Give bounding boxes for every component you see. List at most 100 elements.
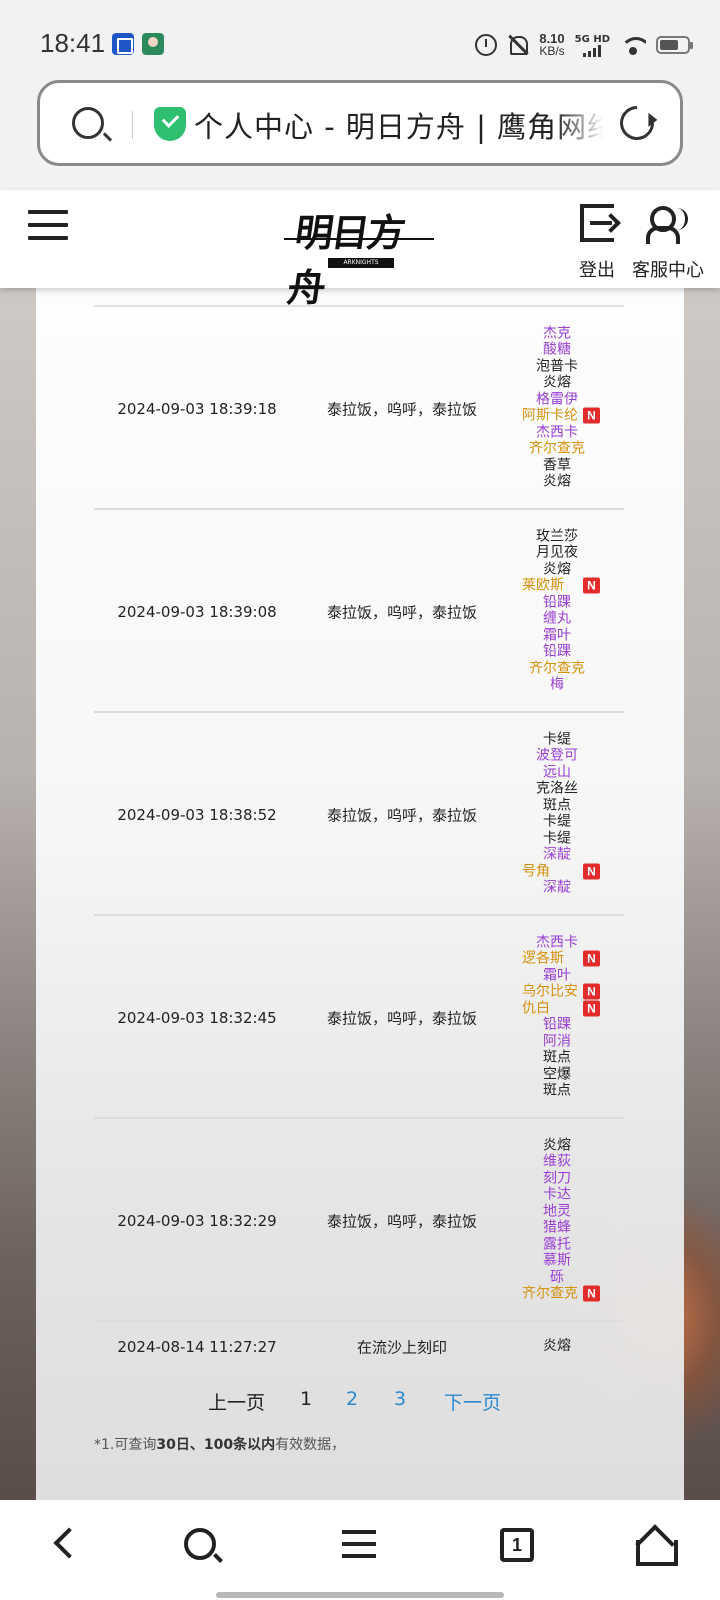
operator-item: 露托 bbox=[522, 1236, 592, 1253]
menu-icon[interactable] bbox=[342, 1530, 376, 1560]
record-banner: 泰拉饭，呜呼，泰拉饭 bbox=[326, 1212, 477, 1230]
customer-service-button[interactable]: 客服中心 bbox=[630, 202, 706, 284]
operator-item: 逻各斯 N bbox=[522, 950, 600, 968]
site-header: 明日方舟 ARKNIGHTS 登出 客服中心 bbox=[0, 190, 720, 310]
signal-icon: 5G HD bbox=[575, 34, 610, 57]
record-banner: 泰拉饭，呜呼，泰拉饭 bbox=[326, 603, 477, 621]
battery-icon bbox=[656, 36, 693, 54]
operator-item: 乌尔比安 N bbox=[522, 983, 600, 1001]
operator-name: 香草 bbox=[543, 457, 571, 473]
tabs-icon[interactable]: 1 bbox=[500, 1528, 534, 1562]
record-banner: 在流沙上刻印 bbox=[356, 1338, 447, 1357]
alarm-icon bbox=[475, 34, 498, 56]
operator-item: 泡普卡 bbox=[522, 358, 592, 375]
note-prefix: *1.可查询 bbox=[94, 1437, 157, 1453]
home-icon[interactable] bbox=[636, 1528, 678, 1566]
operator-name: 斑点 bbox=[543, 1049, 571, 1066]
page-title[interactable]: 个人中心 - 明日方舟 | 鹰角网络 bbox=[194, 104, 604, 146]
operator-item: 斑点 bbox=[522, 797, 592, 814]
record-banner: 泰拉饭，呜呼，泰拉饭 bbox=[326, 806, 477, 824]
operator-list: 杰克 酸糖 泡普卡 炎熔 格雷伊 阿斯卡纶 N 杰西卡 齐尔查克 香草 炎熔 bbox=[522, 325, 600, 491]
operator-item: 号角 N bbox=[522, 863, 600, 880]
status-bar: 18:41 8.10 KB/s 5G HD bbox=[0, 0, 720, 80]
operator-item: 梅 bbox=[522, 677, 592, 694]
operator-item: 卡缇 bbox=[522, 830, 592, 847]
security-shield-icon[interactable] bbox=[154, 107, 186, 141]
operator-item: 铅踝 bbox=[522, 1017, 592, 1034]
operator-name: 维荻 bbox=[543, 1153, 571, 1170]
site-logo[interactable]: 明日方舟 ARKNIGHTS bbox=[284, 198, 434, 310]
operator-name: 莱欧斯 bbox=[522, 577, 564, 594]
search-icon[interactable] bbox=[72, 107, 104, 139]
operator-item: 杰西卡 bbox=[522, 934, 592, 951]
headhunt-records-panel: 2024-09-03 18:39:18 泰拉饭，呜呼，泰拉饭 杰克 酸糖 泡普卡炎熔 格雷… bbox=[36, 288, 684, 1500]
operator-item: 铅踝 bbox=[522, 594, 592, 611]
page-2-button[interactable]: 2 bbox=[346, 1388, 358, 1410]
operator-item: 维荻 bbox=[522, 1154, 592, 1171]
new-badge: N bbox=[583, 950, 600, 967]
record-time: 2024-09-03 18:39:18 bbox=[117, 399, 277, 418]
mute-icon bbox=[507, 34, 529, 56]
record-time: 2024-09-03 18:39:08 bbox=[117, 602, 277, 621]
operator-item: 格雷伊 bbox=[522, 391, 592, 408]
operator-name: 炎熔 bbox=[543, 561, 571, 577]
app-avatar-icon bbox=[142, 33, 164, 55]
table-row: 2024-08-14 11:27:27 在流沙上刻印 炎熔 bbox=[94, 1322, 624, 1372]
table-row: 2024-09-03 18:32:29 泰拉饭，呜呼，泰拉饭 炎熔 维荻 刻刀 卡达 地灵猎… bbox=[94, 1119, 624, 1322]
record-time: 2024-09-03 18:32:29 bbox=[117, 1211, 277, 1230]
operator-item: 刻刀 bbox=[522, 1170, 592, 1187]
back-icon[interactable] bbox=[53, 1527, 85, 1559]
logo-subtext: ARKNIGHTS bbox=[328, 258, 394, 268]
operator-item: 杰克 bbox=[522, 325, 592, 342]
operator-name: 卡达 bbox=[543, 1186, 571, 1203]
operator-list: 卡缇 波登可 远山 克洛丝 斑点 卡缇 卡缇 深靛 号角 N 深靛 bbox=[522, 731, 600, 896]
operator-name: 酸糖 bbox=[543, 341, 571, 358]
operator-name: 乌尔比安 bbox=[522, 983, 578, 1000]
note-suffix: 有效数据， bbox=[275, 1437, 346, 1453]
operator-item: 齐尔查克 bbox=[522, 441, 592, 458]
pagination: 上一页 1 2 3 下一页 bbox=[36, 1388, 684, 1418]
operator-item: 霜叶 bbox=[522, 967, 592, 984]
operator-item: 阿消 bbox=[522, 1033, 592, 1050]
operator-list: 玫兰莎 月见夜 炎熔 莱欧斯 N 铅踝 缠丸 霜叶 铅踝 齐尔查克梅 bbox=[522, 528, 600, 694]
reload-icon[interactable] bbox=[612, 98, 662, 148]
operator-name: 玫兰莎 bbox=[536, 528, 578, 544]
operator-item: 香草 bbox=[522, 457, 592, 474]
signal-bars bbox=[583, 44, 602, 57]
bottom-nav: 1 bbox=[0, 1500, 720, 1600]
new-badge: N bbox=[583, 577, 600, 594]
operator-item: 地灵 bbox=[522, 1203, 592, 1220]
operator-list: 炎熔 维荻 刻刀 卡达 地灵 猎蜂 露托 慕斯砾齐尔查克 N bbox=[522, 1137, 600, 1303]
home-indicator[interactable] bbox=[216, 1592, 504, 1598]
operator-item: 炎熔 bbox=[522, 474, 592, 491]
prev-page-button[interactable]: 上一页 bbox=[208, 1388, 265, 1415]
operator-name: 梅 bbox=[550, 676, 564, 693]
logo-line bbox=[284, 238, 434, 240]
operator-name: 阿消 bbox=[543, 1033, 571, 1049]
operator-name: 铅踝 bbox=[543, 594, 571, 610]
operator-name: 阿斯卡纶 bbox=[522, 407, 578, 424]
operator-name: 炎熔 bbox=[543, 1337, 571, 1354]
logo-text: 明日方舟 bbox=[284, 210, 407, 310]
record-banner: 泰拉饭，呜呼，泰拉饭 bbox=[326, 1009, 477, 1027]
page-3-button[interactable]: 3 bbox=[394, 1388, 406, 1410]
divider bbox=[132, 111, 133, 139]
operator-name: 斑点 bbox=[543, 797, 571, 813]
operator-name: 斑点 bbox=[543, 1082, 571, 1099]
operator-name: 铅踝 bbox=[543, 1016, 571, 1033]
operator-name: 齐尔查克 bbox=[529, 660, 585, 676]
search-icon[interactable] bbox=[184, 1528, 216, 1560]
logout-button[interactable]: 登出 bbox=[572, 202, 622, 284]
hamburger-menu-icon[interactable] bbox=[28, 210, 68, 242]
table-row: 2024-09-03 18:39:08 泰拉饭，呜呼，泰拉饭 玫兰莎 月见夜 炎熔 莱欧斯… bbox=[94, 510, 624, 713]
record-time: 2024-09-03 18:32:45 bbox=[117, 1008, 277, 1027]
address-bar[interactable]: 个人中心 - 明日方舟 | 鹰角网络 bbox=[37, 80, 683, 166]
new-badge: N bbox=[583, 983, 600, 1000]
next-page-button[interactable]: 下一页 bbox=[444, 1388, 501, 1415]
page-1-button[interactable]: 1 bbox=[300, 1388, 312, 1410]
operator-item: 远山 bbox=[522, 764, 592, 781]
operator-name: 逻各斯 bbox=[522, 950, 564, 967]
operator-item: 齐尔查克 N bbox=[522, 1285, 600, 1303]
operator-item: 空爆 bbox=[522, 1066, 592, 1083]
operator-item: 斑点 bbox=[522, 1083, 592, 1100]
